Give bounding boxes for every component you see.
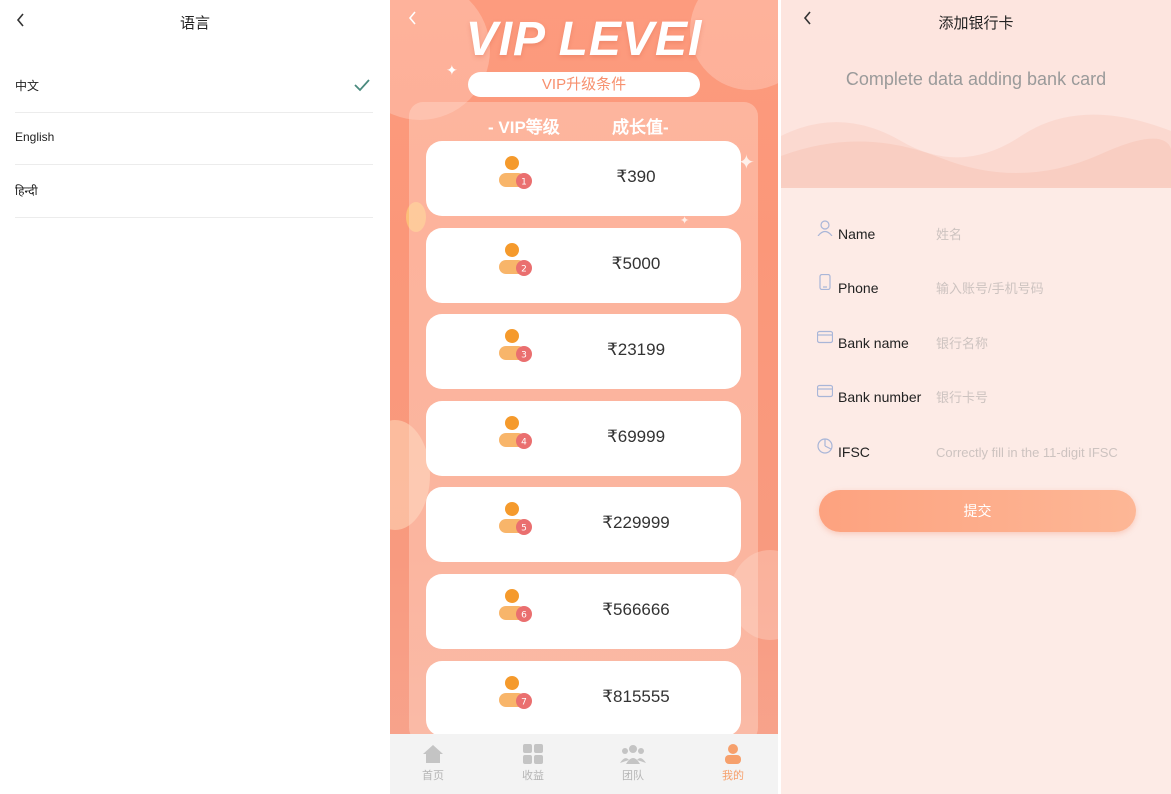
ifsc-field: IFSC (817, 438, 1147, 470)
checkmark-icon (354, 79, 370, 92)
name-field: Name (817, 220, 1147, 252)
submit-button[interactable]: 提交 (819, 490, 1136, 532)
phone-icon (819, 274, 831, 290)
person-icon (817, 220, 833, 236)
bank-name-input[interactable] (936, 332, 1146, 354)
tab-label: 收益 (522, 770, 544, 782)
growth-value: ₹815555 (602, 686, 670, 706)
field-label: Name (838, 226, 876, 242)
language-list: 中文 English हिन्दी (15, 60, 373, 218)
ifsc-input[interactable] (936, 441, 1146, 463)
vip-level-row: 3 ₹23199 (426, 314, 741, 390)
vip-badge-number: 6 (521, 611, 527, 621)
growth-value: ₹566666 (602, 600, 670, 619)
bottom-tab-bar: 首页 收益 团队 我的 (390, 734, 778, 794)
growth-value: ₹390 (616, 167, 656, 186)
column-header-level: - VIP等级 (488, 118, 560, 137)
field-label: Bank name (838, 335, 909, 351)
vip-badge-number: 4 (521, 437, 527, 447)
growth-value: ₹229999 (602, 513, 670, 533)
vip-level-row: 2 ₹5000 (426, 227, 741, 303)
tab-mine[interactable]: 我的 (703, 744, 763, 783)
page-title: 语言 (179, 15, 210, 32)
growth-value: ₹69999 (606, 426, 666, 446)
language-item-english[interactable]: English (15, 113, 373, 165)
tab-label: 我的 (722, 770, 744, 782)
vip-title: VIP LEVEl (465, 13, 703, 66)
vip-level-row: 1 ₹390 (426, 141, 741, 216)
vip-badge-icon: 4 (499, 415, 532, 449)
grid-icon (523, 744, 543, 764)
tab-label: 首页 (422, 770, 444, 782)
vip-badge-icon: 3 (499, 329, 532, 363)
vip-badge-number: 5 (521, 524, 527, 534)
vip-badge-number: 2 (521, 264, 527, 274)
vip-badge-number: 3 (521, 351, 527, 361)
tab-team[interactable]: 团队 (603, 744, 663, 783)
phone-input[interactable] (936, 277, 1146, 299)
growth-value: ₹23199 (606, 340, 666, 360)
language-item-hindi[interactable]: हिन्दी (15, 165, 373, 218)
card-icon (817, 384, 833, 398)
field-label: Phone (838, 280, 879, 296)
vip-badge-icon: 2 (499, 242, 532, 276)
vip-level-row: 4 ₹69999 (426, 400, 741, 476)
language-label: 中文 (15, 79, 40, 93)
language-screen: 语言 中文 English हिन्दी (0, 0, 390, 794)
vip-level-screen: VIP LEVEl ✦ ✦ ✦ VIP升级条件 - VIP等级 成长值- 1 ₹3… (390, 0, 778, 794)
pie-icon (817, 438, 833, 454)
tab-label: 团队 (622, 770, 644, 782)
vip-level-row: 6 ₹566666 (426, 574, 741, 649)
bank-number-input[interactable] (936, 386, 1146, 408)
vip-subtitle: VIP升级条件 (468, 72, 700, 97)
vip-level-row: 5 ₹229999 (426, 487, 741, 563)
user-icon (725, 744, 741, 764)
sparkle-icon: ✦ (446, 62, 458, 78)
vip-badge-icon: 7 (499, 675, 532, 709)
team-icon (620, 745, 646, 764)
tab-earnings[interactable]: 收益 (503, 744, 563, 783)
vip-badge-icon: 5 (499, 502, 532, 536)
vip-level-row: 7 ₹815555 (426, 660, 741, 736)
page-subtitle: Complete data adding bank card (845, 69, 1107, 89)
add-bank-card-screen: 添加银行卡 Complete data adding bank card Nam… (781, 0, 1171, 794)
tab-home[interactable]: 首页 (403, 744, 463, 783)
vip-badge-icon: 1 (499, 156, 532, 189)
wave-decoration (781, 114, 1171, 188)
language-label: हिन्दी (15, 184, 38, 198)
language-label: English (15, 129, 55, 144)
phone-field: Phone (817, 274, 1147, 306)
vip-badge-icon: 6 (499, 589, 532, 622)
vip-badge-number: 1 (521, 178, 527, 188)
home-icon (423, 745, 443, 763)
card-icon (817, 330, 833, 344)
bank-name-field: Bank name (817, 330, 1147, 361)
column-header-growth: 成长值- (612, 118, 669, 137)
bank-number-field: Bank number (817, 384, 1147, 415)
field-label: IFSC (838, 444, 870, 460)
page-title: 添加银行卡 (938, 15, 1014, 32)
language-item-chinese[interactable]: 中文 (15, 60, 373, 113)
growth-value: ₹5000 (611, 253, 661, 273)
field-label: Bank number (838, 389, 922, 405)
vip-badge-number: 7 (521, 697, 527, 707)
name-input[interactable] (936, 223, 1146, 245)
